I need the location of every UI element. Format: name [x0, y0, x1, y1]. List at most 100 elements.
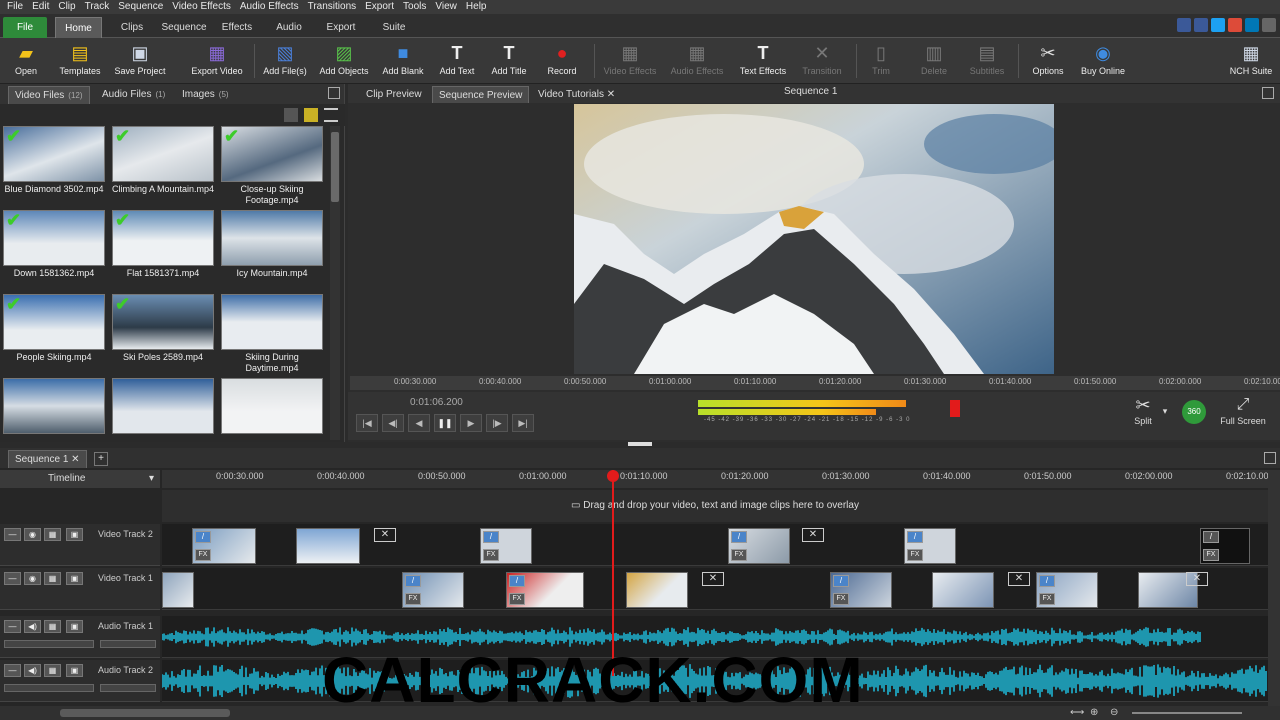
help-icon[interactable] [1262, 18, 1276, 32]
record-button[interactable]: ● Record [540, 40, 584, 82]
transition-button[interactable]: ✕ Transition [796, 40, 848, 82]
add-blank-button[interactable]: ■ Add Blank [380, 40, 426, 82]
menu-clip[interactable]: Clip [55, 0, 81, 14]
tab-sequence-preview[interactable]: Sequence Preview [432, 86, 530, 103]
add-sequence-button[interactable]: + [94, 452, 108, 466]
trim-button[interactable]: ▯ Trim [862, 40, 900, 82]
media-thumbnail[interactable]: ✔ Blue Diamond 3502.mp4 [2, 126, 106, 195]
fx-icon[interactable]: FX [195, 549, 211, 561]
tab-video-files[interactable]: Video Files (12) [8, 86, 90, 104]
lock-track-button[interactable]: ▣ [66, 620, 83, 633]
collapse-track-button[interactable]: — [4, 528, 21, 541]
export-video-button[interactable]: ▦ Export Video [186, 40, 248, 82]
timeline-clip[interactable]: / FX [830, 572, 892, 608]
text-effects-button[interactable]: T Text Effects [734, 40, 792, 82]
full-screen-button[interactable]: ⤢ Full Screen [1216, 394, 1270, 436]
media-thumbnail[interactable]: Icy Mountain.mp4 [220, 210, 324, 279]
track-effects-button[interactable]: ▦ [44, 528, 61, 541]
mute-track-button[interactable]: ◀) [24, 620, 41, 633]
timeline-clip[interactable] [626, 572, 688, 608]
add-objects-button[interactable]: ▨ Add Objects [316, 40, 372, 82]
close-icon[interactable]: ✕ [607, 89, 615, 100]
edit-clip-icon[interactable]: / [509, 575, 525, 587]
nch-suite-button[interactable]: ▦ NCH Suite [1226, 40, 1276, 82]
google-plus-icon[interactable] [1228, 18, 1242, 32]
transition-marker-icon[interactable]: ✕ [702, 572, 724, 586]
tab-clip-preview[interactable]: Clip Preview [360, 86, 428, 103]
twitter-icon[interactable] [1211, 18, 1225, 32]
fx-icon[interactable]: FX [1203, 549, 1219, 561]
fx-icon[interactable]: FX [833, 593, 849, 605]
menu-view[interactable]: View [432, 0, 463, 14]
timeline-clip[interactable]: / FX [728, 528, 790, 564]
edit-clip-icon[interactable]: / [483, 531, 499, 543]
fx-icon[interactable]: FX [509, 593, 525, 605]
split-dropdown-icon[interactable]: ▾ [1160, 406, 1170, 448]
edit-clip-icon[interactable]: / [731, 531, 747, 543]
buy-online-button[interactable]: ◉ Buy Online [1076, 40, 1130, 82]
zoom-slider[interactable] [1132, 712, 1242, 714]
media-thumbnail[interactable] [2, 378, 106, 436]
volume-slider[interactable] [4, 640, 94, 648]
hide-track-button[interactable]: ◉ [24, 572, 41, 585]
undock-icon[interactable] [1264, 452, 1276, 464]
scrollbar-thumb[interactable] [331, 132, 339, 202]
pan-slider[interactable] [100, 640, 156, 648]
lock-track-button[interactable]: ▣ [66, 664, 83, 677]
timeline-vertical-scrollbar[interactable] [1268, 470, 1280, 706]
templates-button[interactable]: ▤ Templates [56, 40, 104, 82]
track-effects-button[interactable]: ▦ [44, 664, 61, 677]
list-view-icon[interactable] [324, 108, 338, 122]
close-icon[interactable]: ✕ [71, 454, 79, 465]
menu-sequence[interactable]: Sequence [115, 0, 169, 14]
zoom-fit-icon[interactable]: ⟷ [1070, 707, 1084, 718]
like-icon[interactable] [1177, 18, 1191, 32]
media-thumbnail[interactable]: ✔ Ski Poles 2589.mp4 [111, 294, 215, 363]
tab-sequence[interactable]: Sequence [158, 17, 210, 38]
tab-file[interactable]: File [3, 17, 47, 38]
linkedin-icon[interactable] [1245, 18, 1259, 32]
next-frame-button[interactable]: |▶ [486, 414, 508, 432]
facebook-icon[interactable] [1194, 18, 1208, 32]
lock-track-button[interactable]: ▣ [66, 572, 83, 585]
play-button[interactable]: ▶ [460, 414, 482, 432]
menu-transitions[interactable]: Transitions [305, 0, 363, 14]
tab-effects[interactable]: Effects [216, 17, 258, 38]
timeline-mode-select[interactable]: Timeline ▾ [0, 470, 160, 488]
collapse-track-button[interactable]: — [4, 664, 21, 677]
save-project-button[interactable]: ▣ Save Project [110, 40, 170, 82]
undock-icon[interactable] [1262, 87, 1274, 99]
fx-icon[interactable]: FX [907, 549, 923, 561]
timeline-clip[interactable]: / FX [506, 572, 584, 608]
tab-audio[interactable]: Audio [270, 17, 308, 38]
tab-sequence-1[interactable]: Sequence 1 ✕ [8, 450, 87, 468]
track-lane[interactable]: / FX / FX ✕ / FX ✕ / FX ✕ [162, 568, 1268, 610]
collapse-track-button[interactable]: — [4, 620, 21, 633]
timeline-clip[interactable]: / FX [480, 528, 532, 564]
delete-button[interactable]: ▥ Delete [914, 40, 954, 82]
media-thumbnail[interactable] [111, 378, 215, 436]
volume-slider[interactable] [4, 684, 94, 692]
media-thumbnail[interactable]: ✔ Climbing A Mountain.mp4 [111, 126, 215, 195]
playhead-handle[interactable] [607, 470, 619, 482]
options-button[interactable]: ✂ Options [1026, 40, 1070, 82]
timeline-time-ruler[interactable]: 0:00:30.000 0:00:40.000 0:00:50.000 0:01:00… [162, 470, 1274, 488]
collapse-track-button[interactable]: — [4, 572, 21, 585]
media-thumbnail[interactable]: Skiing During Daytime.mp4 [220, 294, 324, 374]
tab-video-tutorials[interactable]: Video Tutorials ✕ [532, 86, 621, 103]
transition-marker-icon[interactable]: ✕ [374, 528, 396, 542]
media-thumbnail[interactable]: ✔ Down 1581362.mp4 [2, 210, 106, 279]
tab-suite[interactable]: Suite [376, 17, 412, 38]
edit-clip-icon[interactable]: / [405, 575, 421, 587]
pan-slider[interactable] [100, 684, 156, 692]
edit-clip-icon[interactable]: / [907, 531, 923, 543]
edit-clip-icon[interactable]: / [1039, 575, 1055, 587]
timeline-clip[interactable]: / FX [192, 528, 256, 564]
menu-tools[interactable]: Tools [400, 0, 432, 14]
timeline-clip[interactable] [296, 528, 360, 564]
timeline-clip[interactable] [932, 572, 994, 608]
media-thumbnail[interactable]: ✔ People Skiing.mp4 [2, 294, 106, 363]
pause-button[interactable]: ❚❚ [434, 414, 456, 432]
rewind-button[interactable]: ◀ [408, 414, 430, 432]
edit-clip-icon[interactable]: / [195, 531, 211, 543]
